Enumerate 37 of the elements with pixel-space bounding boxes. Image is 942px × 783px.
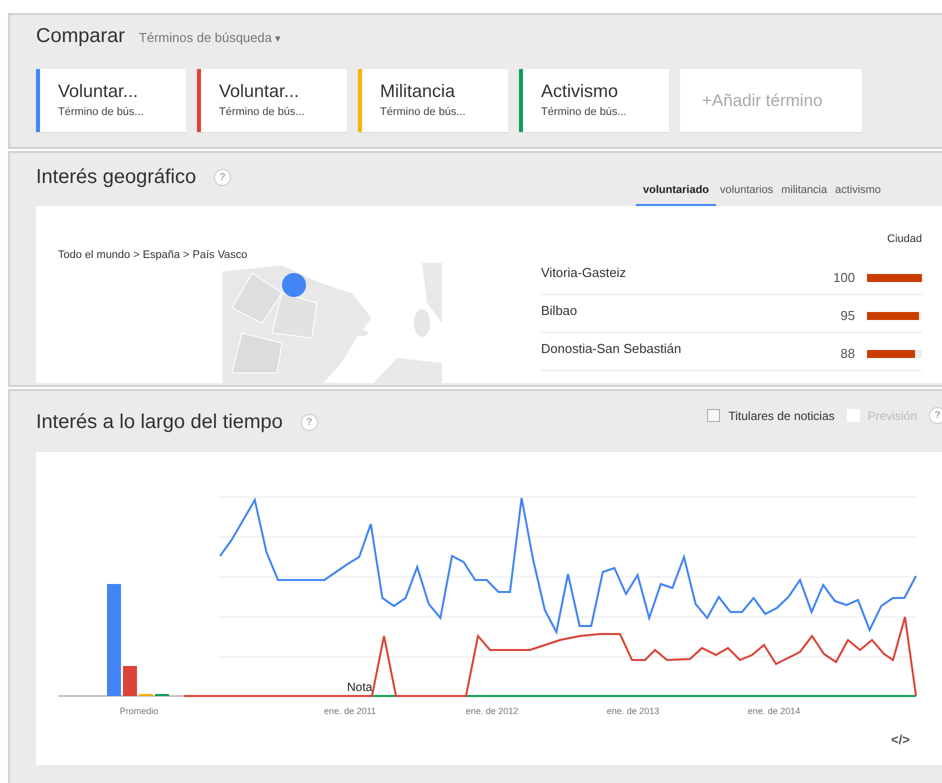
term-name: Militancia (380, 81, 456, 102)
tab[interactable]: activismo (831, 184, 885, 206)
section-title: Interés geográfico (36, 166, 196, 188)
term-subtitle: Término de bús... (380, 106, 467, 118)
embed-button[interactable]: </> (891, 732, 910, 747)
term-card[interactable]: Activismo Término de bús... (519, 69, 669, 132)
checkbox[interactable] (707, 409, 720, 422)
axis-label: Promedio (120, 706, 158, 716)
term-name: Voluntar... (58, 81, 140, 102)
axis-label: ene. de 2012 (466, 706, 518, 716)
tab[interactable]: voluntarios (716, 184, 778, 206)
city-name: Vitoria-Gasteiz (541, 265, 628, 280)
breadcrumb: Todo el mundo > España > País Vasco (58, 249, 248, 261)
axis-label: ene. de 2013 (606, 706, 660, 716)
term-card[interactable]: Voluntar... Término de bús... (36, 69, 186, 132)
column-header: Ciudad (886, 233, 922, 247)
term-subtitle: Término de bús... (219, 106, 306, 118)
city-value: 100 (832, 270, 855, 285)
term-card[interactable]: Voluntar... Término de bús... (197, 69, 347, 132)
average-bar (123, 666, 137, 696)
city-value: 88 (840, 346, 855, 361)
note-marker: Nota (347, 680, 372, 694)
term-subtitle: Término de bús... (541, 106, 628, 118)
term-name: Activismo (541, 81, 620, 102)
term-type-dropdown[interactable]: Términos de búsqueda ▾ (138, 30, 281, 45)
checkbox-label: Titulares de noticias (728, 408, 835, 422)
axis-label: ene. de 2014 (748, 706, 800, 716)
term-subtitle: Término de bús... (58, 106, 145, 118)
city-value: 95 (840, 308, 855, 323)
city-name: Bilbao (541, 303, 578, 318)
city-name: Donostia-San Sebastián (541, 341, 682, 356)
section-title: Comparar (36, 25, 125, 48)
tab[interactable]: militancia (777, 184, 832, 206)
term-name: Voluntar... (219, 81, 300, 102)
term-card[interactable]: Militancia Término de bús... (358, 69, 508, 132)
axis-label: ene. de 2011 (324, 706, 376, 716)
section-title: Interés a lo largo del tiempo (36, 410, 283, 434)
